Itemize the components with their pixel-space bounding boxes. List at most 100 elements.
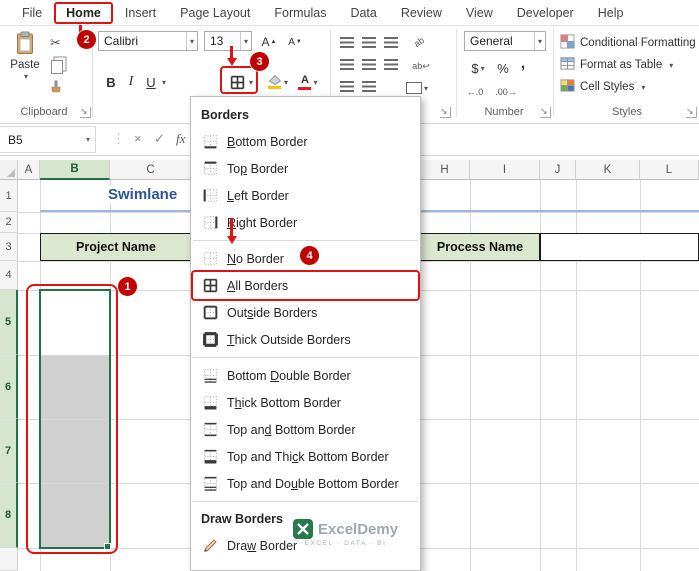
underline-dropdown-icon[interactable]: ▾ [158, 72, 168, 92]
format-painter-brush-icon [49, 80, 63, 97]
italic-button[interactable]: I [122, 72, 140, 92]
tab-help[interactable]: Help [586, 1, 636, 25]
comma-style-button[interactable]: , [516, 54, 530, 74]
tab-view[interactable]: View [454, 1, 505, 25]
number-format-select[interactable]: General ▾ [464, 31, 546, 51]
thick-bottom-border-menu-item[interactable]: Thick Bottom Border [191, 389, 420, 416]
font-name-select[interactable]: Calibri ▾ [98, 31, 198, 51]
row-header-5[interactable]: 5 [0, 290, 18, 355]
paste-button[interactable]: Paste ▾ [4, 31, 46, 81]
select-all-corner[interactable] [0, 160, 18, 180]
font-size-dropdown-icon[interactable]: ▾ [239, 32, 251, 50]
number-format-dropdown-icon[interactable]: ▾ [533, 32, 545, 50]
insert-function-button[interactable]: fx [176, 131, 185, 147]
tab-home[interactable]: Home [54, 1, 113, 24]
row-header-3[interactable]: 3 [0, 233, 18, 261]
number-group-label: Number [484, 106, 524, 118]
tab-developer[interactable]: Developer [505, 1, 586, 25]
exceldemy-tagline: EXCEL · DATA · BI [304, 540, 387, 547]
enter-button[interactable]: ✓ [154, 131, 165, 147]
left-border-menu-item[interactable]: Left Border [191, 182, 420, 209]
align-left-icon[interactable] [340, 59, 354, 70]
menu-separator [193, 501, 418, 502]
wrap-text-icon[interactable]: ab↩ [406, 56, 436, 76]
annotation-step-1-badge: 1 [118, 277, 137, 296]
increase-indent-icon[interactable] [362, 81, 376, 92]
decrease-indent-icon[interactable] [340, 81, 354, 92]
align-middle-icon[interactable] [362, 37, 376, 48]
number-dialog-launcher[interactable]: ↘ [540, 107, 551, 118]
row-header-partial[interactable] [0, 548, 18, 571]
name-box[interactable]: B5 ▾ [0, 126, 96, 153]
cut-button[interactable]: ✂ [50, 36, 61, 49]
project-name-header-cell[interactable]: Project Name [40, 233, 192, 261]
format-as-table-button[interactable]: Format as Table ▾ [560, 56, 698, 74]
currency-button[interactable]: $ ▾ [466, 58, 490, 78]
increase-decimal-button[interactable]: ←.0 [462, 82, 488, 102]
thick-outside-borders-menu-item[interactable]: Thick Outside Borders [191, 326, 420, 353]
styles-dialog-launcher[interactable]: ↘ [686, 107, 697, 118]
menu-item-label: Bottom Border [227, 134, 308, 149]
tab-data[interactable]: Data [338, 1, 388, 25]
tab-page-layout[interactable]: Page Layout [168, 1, 262, 25]
cell-styles-button[interactable]: Cell Styles ▾ [560, 78, 698, 96]
increase-font-size-button[interactable]: A ▲ [258, 32, 280, 52]
column-header-i[interactable]: I [470, 160, 540, 180]
empty-header-cell[interactable] [540, 233, 699, 261]
font-size-select[interactable]: 13 ▾ [204, 31, 252, 51]
name-box-dropdown-icon[interactable]: ▾ [86, 135, 95, 144]
align-top-icon[interactable] [340, 37, 354, 48]
column-header-j[interactable]: J [540, 160, 576, 180]
column-header-c[interactable]: C [110, 160, 192, 180]
format-painter-button[interactable] [49, 80, 63, 96]
bottom-border-menu-item[interactable]: Bottom Border [191, 128, 420, 155]
column-header-l[interactable]: L [640, 160, 699, 180]
tab-file[interactable]: File [10, 1, 54, 25]
cancel-button[interactable]: × [134, 131, 142, 146]
top-and-thick-bottom-border-icon [201, 448, 219, 466]
process-name-header-cell[interactable]: Process Name [420, 233, 540, 261]
right-border-menu-item[interactable]: Right Border [191, 209, 420, 236]
bottom-double-border-menu-item[interactable]: Bottom Double Border [191, 362, 420, 389]
row-header-8[interactable]: 8 [0, 483, 18, 548]
row-header-4[interactable]: 4 [0, 261, 18, 290]
tab-insert[interactable]: Insert [113, 1, 168, 25]
row-header-2[interactable]: 2 [0, 212, 18, 233]
column-header-a[interactable]: A [18, 160, 40, 180]
top-and-double-bottom-border-menu-item[interactable]: Top and Double Bottom Border [191, 470, 420, 497]
bold-button[interactable]: B [102, 72, 120, 92]
copy-button[interactable] [51, 60, 63, 74]
font-name-dropdown-icon[interactable]: ▾ [185, 32, 197, 50]
column-header-k[interactable]: K [576, 160, 640, 180]
percent-button[interactable]: % [494, 58, 512, 78]
align-right-icon[interactable] [384, 59, 398, 70]
outside-borders-menu-item[interactable]: Outside Borders [191, 299, 420, 326]
cell-styles-label: Cell Styles [580, 81, 635, 93]
number-format-value: General [470, 34, 513, 48]
paste-dropdown-icon[interactable]: ▾ [24, 72, 28, 81]
top-border-menu-item[interactable]: Top Border [191, 155, 420, 182]
merge-center-button[interactable]: ▾ [400, 78, 434, 98]
row-header-7[interactable]: 7 [0, 419, 18, 483]
row-header-1[interactable]: 1 [0, 180, 18, 212]
decrease-decimal-button[interactable]: .00→ [492, 82, 520, 102]
align-center-icon[interactable] [362, 59, 376, 70]
column-header-b[interactable]: B [40, 160, 110, 180]
top-and-bottom-border-menu-item[interactable]: Top and Bottom Border [191, 416, 420, 443]
column-header-h[interactable]: H [420, 160, 470, 180]
conditional-formatting-icon [560, 34, 575, 52]
font-color-button[interactable]: A ▾ [294, 72, 322, 92]
top-and-thick-bottom-border-menu-item[interactable]: Top and Thick Bottom Border [191, 443, 420, 470]
conditional-formatting-button[interactable]: Conditional Formatting▾ [560, 34, 698, 52]
fill-color-button[interactable]: ▾ [264, 72, 292, 92]
alignment-dialog-launcher[interactable]: ↘ [440, 107, 451, 118]
orientation-icon[interactable]: ab [403, 26, 436, 57]
borders-menu: Borders Bottom Border Top Border Left Borde… [190, 96, 421, 571]
annotation-selection-box [26, 284, 118, 554]
clipboard-dialog-launcher[interactable]: ↘ [80, 107, 91, 118]
decrease-font-size-button[interactable]: A ▼ [284, 32, 306, 52]
align-bottom-icon[interactable] [384, 37, 398, 48]
tab-formulas[interactable]: Formulas [262, 1, 338, 25]
tab-review[interactable]: Review [389, 1, 454, 25]
row-header-6[interactable]: 6 [0, 355, 18, 419]
